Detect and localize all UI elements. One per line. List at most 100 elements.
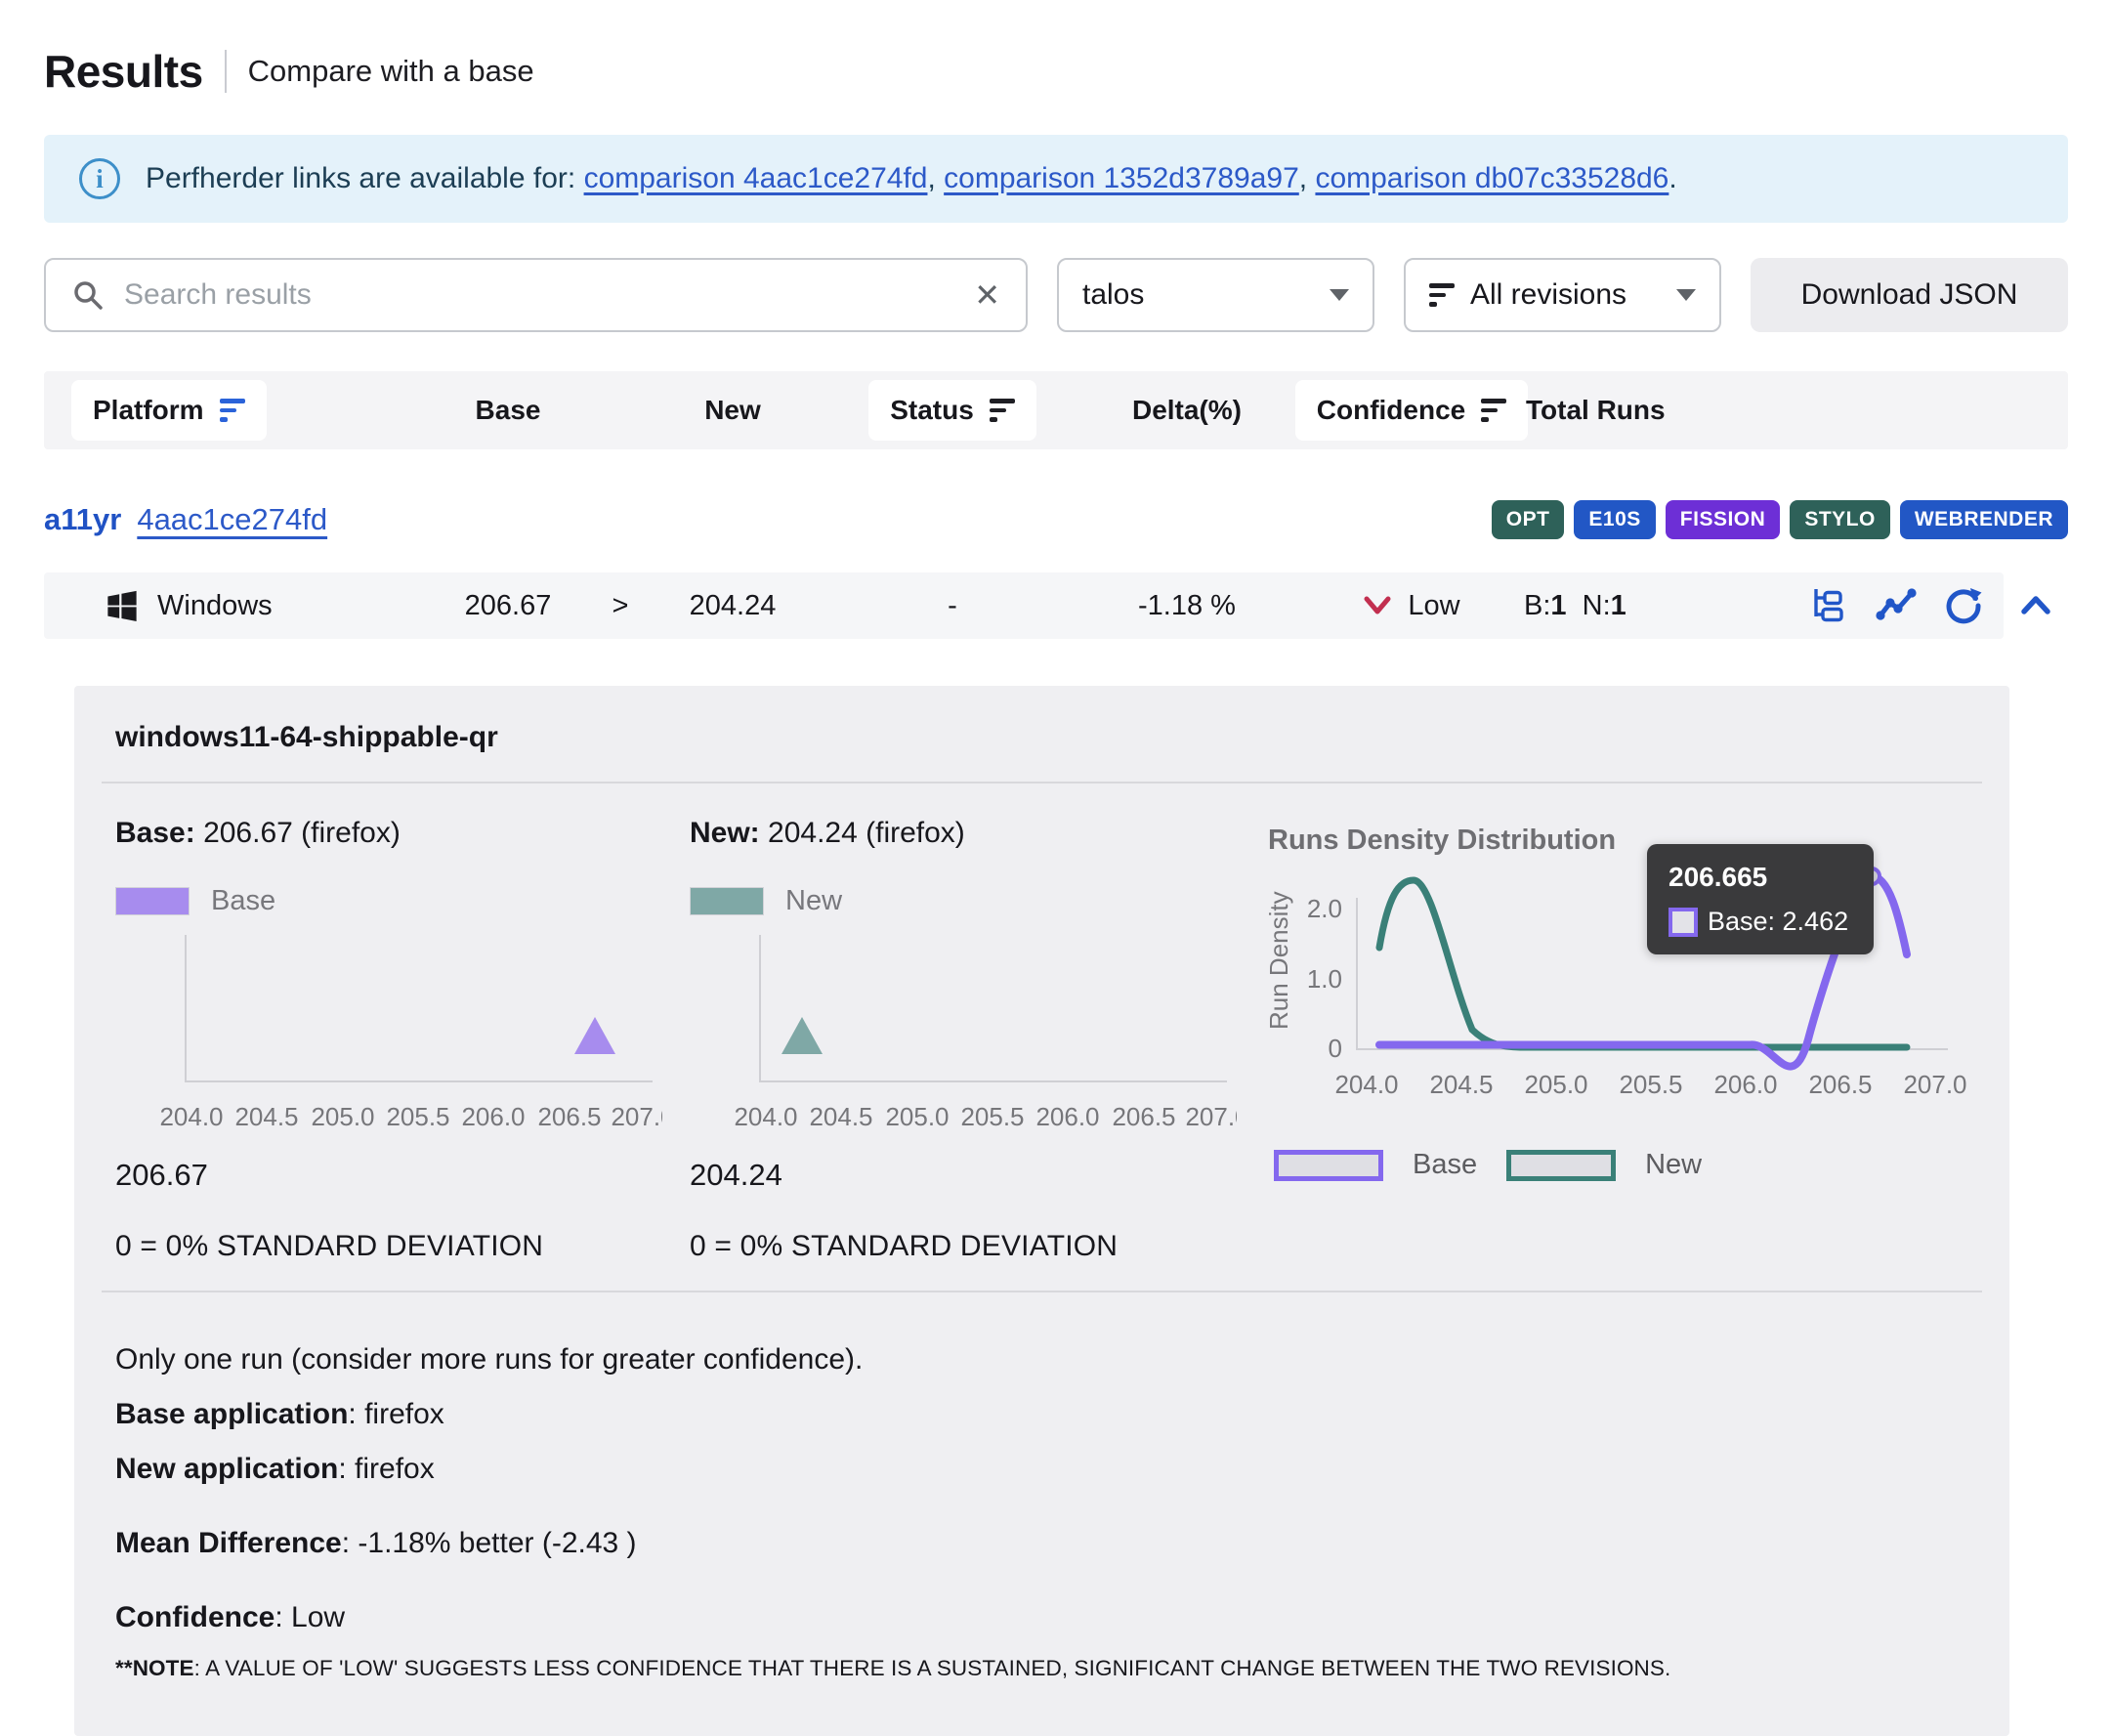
banner-terminator: . <box>1668 162 1676 194</box>
page-title: Results <box>44 45 203 98</box>
title-divider <box>225 50 227 93</box>
download-json-button[interactable]: Download JSON <box>1751 258 2068 332</box>
new-legend: New <box>690 885 1264 917</box>
results-table-header: Platform Base New Status Delta(%) Confid… <box>44 371 2068 449</box>
svg-text:207.0: 207.0 <box>1185 1102 1237 1131</box>
comparison-link-3[interactable]: comparison db07c33528d6 <box>1315 162 1668 194</box>
new-application-label: New application <box>115 1453 338 1485</box>
info-icon: i <box>79 158 120 199</box>
svg-text:205.5: 205.5 <box>386 1102 449 1131</box>
svg-text:206.0: 206.0 <box>1713 1070 1777 1099</box>
base-metric-head: Base: 206.67 (firefox) <box>115 817 690 850</box>
tooltip-swatch <box>1668 908 1698 937</box>
framework-select[interactable]: talos <box>1057 258 1374 332</box>
status-filter-button[interactable]: Status <box>868 380 1036 441</box>
test-name: windows11-64-shippable-qr <box>102 721 1982 754</box>
base-legend-label: Base <box>211 885 275 917</box>
base-triangle-marker <box>574 1017 615 1054</box>
svg-text:0: 0 <box>1329 1034 1342 1063</box>
svg-text:205.0: 205.0 <box>885 1102 949 1131</box>
density-legend: Base New <box>1264 1149 1982 1181</box>
tooltip-label: Base: 2.462 <box>1708 907 1848 937</box>
only-one-run-note: Only one run (consider more runs for gre… <box>115 1343 1968 1376</box>
chevron-up-icon <box>2018 593 2053 618</box>
density-legend-new-swatch[interactable] <box>1506 1150 1616 1181</box>
comparison-link-2[interactable]: comparison 1352d3789a97 <box>944 162 1299 194</box>
trend-down-icon <box>1363 595 1392 616</box>
revisions-selected-value: All revisions <box>1470 278 1661 312</box>
note-text: : A VALUE OF 'LOW' SUGGESTS LESS CONFIDE… <box>194 1656 1671 1680</box>
new-stat-value: 204.24 <box>690 1158 1264 1193</box>
confidence-filter-button[interactable]: Confidence <box>1295 380 1528 441</box>
svg-text:205.0: 205.0 <box>311 1102 374 1131</box>
density-tooltip: 206.665 Base: 2.462 <box>1647 844 1874 954</box>
retrigger-icon[interactable] <box>1943 585 1984 626</box>
banner-separator: , <box>1299 162 1316 194</box>
svg-text:207.0: 207.0 <box>611 1102 662 1131</box>
svg-text:206.5: 206.5 <box>537 1102 601 1131</box>
collapse-row-button[interactable] <box>2004 572 2068 639</box>
density-legend-new-label: New <box>1645 1149 1702 1181</box>
search-input[interactable] <box>124 278 954 312</box>
row-actions <box>1719 585 2004 626</box>
clear-search-icon[interactable]: ✕ <box>974 279 1000 311</box>
page-header: Results Compare with a base <box>44 45 2068 98</box>
new-value: 204.24 <box>635 590 830 622</box>
comparison-link-1[interactable]: comparison 4aac1ce274fd <box>584 162 928 194</box>
confidence-label: Confidence <box>115 1601 275 1633</box>
badge-e10s: E10S <box>1574 500 1655 539</box>
graph-icon[interactable] <box>1875 586 1918 625</box>
platform-filter-button[interactable]: Platform <box>71 380 267 441</box>
runs-base-value: 1 <box>1550 590 1566 621</box>
banner-separator: , <box>927 162 944 194</box>
mean-difference-label: Mean Difference <box>115 1527 342 1559</box>
svg-text:204.0: 204.0 <box>159 1102 223 1131</box>
svg-text:204.0: 204.0 <box>734 1102 797 1131</box>
runs-new-label: N: <box>1583 590 1611 621</box>
svg-text:206.0: 206.0 <box>461 1102 525 1131</box>
base-application-value: : firefox <box>348 1398 444 1430</box>
framework-selected-value: talos <box>1082 278 1314 312</box>
badge-list: OPT E10S FISSION STYLO WEBRENDER <box>1492 500 2068 539</box>
windows-icon <box>105 588 140 623</box>
banner-text: Perfherder links are available for: comp… <box>146 162 1677 195</box>
badge-fission: FISSION <box>1666 500 1781 539</box>
new-legend-swatch <box>690 887 764 915</box>
base-label: Base: <box>115 817 195 849</box>
filter-icon <box>220 399 245 422</box>
total-runs-column-label: Total Runs <box>1524 395 1719 426</box>
status-column-header: Status <box>830 380 1075 441</box>
badge-webrender: WEBRENDER <box>1900 500 2068 539</box>
svg-text:2.0: 2.0 <box>1307 894 1342 923</box>
density-legend-base-label: Base <box>1413 1149 1477 1181</box>
search-icon <box>71 278 105 312</box>
badge-opt: OPT <box>1492 500 1565 539</box>
new-metric-head: New: 204.24 (firefox) <box>690 817 1264 850</box>
mean-difference-line: Mean Difference: -1.18% better (-2.43 ) <box>115 1527 1968 1560</box>
new-metric-column: New: 204.24 (firefox) New 204.0 204.5 20… <box>690 817 1264 1263</box>
svg-text:205.5: 205.5 <box>1619 1070 1682 1099</box>
density-chart-title: Runs Density Distribution <box>1268 825 1982 857</box>
base-position-chart: 204.0 204.5 205.0 205.5 206.0 206.5 207.… <box>115 925 662 1135</box>
platform-cell: Windows <box>44 588 410 623</box>
perfherder-links-banner: i Perfherder links are available for: co… <box>44 135 2068 223</box>
badge-stylo: STYLO <box>1790 500 1890 539</box>
base-application-label: Base application <box>115 1398 348 1430</box>
runs-base-label: B: <box>1524 590 1550 621</box>
base-column-label: Base <box>410 395 606 426</box>
base-metric-column: Base: 206.67 (firefox) Base 204.0 204.5 … <box>115 817 690 1263</box>
density-legend-base-swatch[interactable] <box>1274 1150 1383 1181</box>
base-legend-swatch <box>115 887 190 915</box>
revisions-select[interactable]: All revisions <box>1404 258 1721 332</box>
base-metric-value: 206.67 (firefox) <box>203 817 401 849</box>
search-box[interactable]: ✕ <box>44 258 1028 332</box>
revision-hash-link[interactable]: 4aac1ce274fd <box>137 502 327 537</box>
new-triangle-marker <box>781 1017 823 1054</box>
platform-name: Windows <box>157 590 273 622</box>
density-chart: Run Density 2.0 1.0 0 204.0 204.5 205.0 … <box>1264 859 1982 1105</box>
subtests-icon[interactable] <box>1808 585 1849 626</box>
revision-row: a11yr 4aac1ce274fd OPT E10S FISSION STYL… <box>44 500 2068 539</box>
tooltip-series-row: Base: 2.462 <box>1668 907 1852 937</box>
svg-text:207.0: 207.0 <box>1903 1070 1966 1099</box>
suite-name-link[interactable]: a11yr <box>44 502 121 537</box>
